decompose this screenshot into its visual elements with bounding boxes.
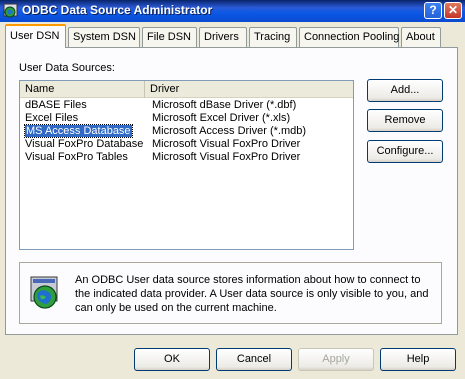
column-header-driver[interactable]: Driver bbox=[145, 81, 353, 98]
list-header: Name Driver bbox=[20, 81, 353, 98]
tab-system-dsn[interactable]: System DSN bbox=[68, 27, 140, 47]
tab-about[interactable]: About bbox=[401, 27, 441, 47]
close-button[interactable]: ✕ bbox=[444, 2, 462, 19]
list-item[interactable]: dBASE Files Microsoft dBase Driver (*.db… bbox=[20, 99, 353, 112]
tab-drivers[interactable]: Drivers bbox=[199, 27, 247, 47]
remove-button[interactable]: Remove bbox=[367, 109, 443, 132]
dsn-name: dBASE Files bbox=[25, 99, 87, 111]
title-bar[interactable]: ODBC Data Source Administrator ? ✕ bbox=[0, 0, 465, 22]
odbc-globe-icon bbox=[30, 276, 58, 309]
help-title-button[interactable]: ? bbox=[424, 2, 442, 19]
configure-button[interactable]: Configure... bbox=[367, 140, 443, 163]
list-item[interactable]: Visual FoxPro Tables Microsoft Visual Fo… bbox=[20, 151, 353, 164]
dsn-driver: Microsoft Excel Driver (*.xls) bbox=[152, 112, 291, 124]
apply-button[interactable]: Apply bbox=[298, 348, 374, 371]
odbc-globe-icon bbox=[3, 3, 18, 18]
cancel-button[interactable]: Cancel bbox=[216, 348, 292, 371]
dsn-driver: Microsoft Visual FoxPro Driver bbox=[152, 138, 301, 150]
dsn-name: MS Access Database bbox=[24, 124, 133, 138]
info-box: An ODBC User data source stores informat… bbox=[19, 262, 442, 324]
dsn-driver: Microsoft Visual FoxPro Driver bbox=[152, 151, 301, 163]
user-data-sources-list[interactable]: Name Driver dBASE Files Microsoft dBase … bbox=[19, 80, 354, 250]
tab-connection-pooling[interactable]: Connection Pooling bbox=[299, 27, 399, 47]
add-button[interactable]: Add... bbox=[367, 79, 443, 102]
info-text: An ODBC User data source stores informat… bbox=[75, 274, 429, 314]
tab-user-dsn[interactable]: User DSN bbox=[5, 24, 66, 48]
tab-file-dsn[interactable]: File DSN bbox=[142, 27, 197, 47]
dsn-name: Visual FoxPro Tables bbox=[25, 151, 128, 163]
user-data-sources-label: User Data Sources: bbox=[19, 62, 115, 74]
odbc-administrator-window: ODBC Data Source Administrator ? ✕ User … bbox=[0, 0, 465, 379]
dsn-driver: Microsoft Access Driver (*.mdb) bbox=[152, 125, 307, 137]
dsn-name: Visual FoxPro Database bbox=[25, 138, 144, 150]
column-header-name[interactable]: Name bbox=[20, 81, 145, 98]
ok-button[interactable]: OK bbox=[134, 348, 210, 371]
dsn-name: Excel Files bbox=[25, 112, 79, 124]
tab-tracing[interactable]: Tracing bbox=[249, 27, 297, 47]
list-item[interactable]: Excel Files Microsoft Excel Driver (*.xl… bbox=[20, 112, 353, 125]
help-button[interactable]: Help bbox=[380, 348, 456, 371]
list-item[interactable]: Visual FoxPro Database Microsoft Visual … bbox=[20, 138, 353, 151]
window-title: ODBC Data Source Administrator bbox=[22, 3, 213, 17]
dsn-driver: Microsoft dBase Driver (*.dbf) bbox=[152, 99, 297, 111]
list-item-selected[interactable]: MS Access Database Microsoft Access Driv… bbox=[20, 124, 353, 138]
